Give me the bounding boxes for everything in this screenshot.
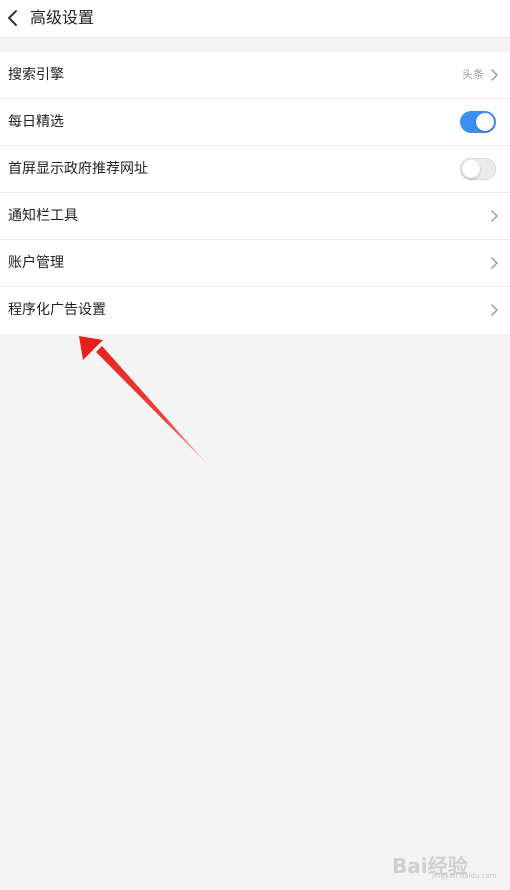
page-title: 高级设置 bbox=[30, 8, 95, 27]
setting-search-engine[interactable]: 搜索引擎 头条 bbox=[0, 52, 510, 99]
chevron-right-icon bbox=[491, 69, 498, 81]
setting-label: 账户管理 bbox=[8, 255, 64, 271]
chevron-right-icon bbox=[491, 257, 498, 269]
top-bar: 高级设置 bbox=[0, 0, 510, 38]
setting-value: 头条 bbox=[462, 68, 484, 81]
settings-list: 搜索引擎 头条 每日精选 首屏显示政府推荐网址 通知栏工具 账户管理 程序化广告… bbox=[0, 52, 510, 334]
watermark-sub: jingyan.baidu.com bbox=[432, 872, 497, 880]
setting-label: 搜索引擎 bbox=[8, 67, 64, 83]
chevron-right-icon bbox=[491, 304, 498, 316]
toggle-knob bbox=[476, 113, 494, 131]
back-arrow-icon[interactable] bbox=[6, 8, 20, 28]
setting-label: 程序化广告设置 bbox=[8, 302, 106, 318]
setting-programmatic-ads[interactable]: 程序化广告设置 bbox=[0, 287, 510, 334]
setting-daily-picks: 每日精选 bbox=[0, 99, 510, 146]
arrow-head bbox=[79, 336, 103, 360]
arrow-shaft bbox=[96, 346, 209, 466]
setting-label: 首屏显示政府推荐网址 bbox=[8, 161, 148, 177]
chevron-right-icon bbox=[491, 210, 498, 222]
baidu-jingyan-watermark: Bai经验 jingyan.baidu.com bbox=[392, 842, 502, 882]
setting-label: 每日精选 bbox=[8, 114, 64, 130]
daily-picks-toggle[interactable] bbox=[460, 111, 496, 133]
setting-gov-recommended-sites: 首屏显示政府推荐网址 bbox=[0, 146, 510, 193]
setting-label: 通知栏工具 bbox=[8, 208, 78, 224]
setting-account-management[interactable]: 账户管理 bbox=[0, 240, 510, 287]
gov-sites-toggle[interactable] bbox=[460, 158, 496, 180]
toggle-knob bbox=[462, 160, 480, 178]
setting-notification-tools[interactable]: 通知栏工具 bbox=[0, 193, 510, 240]
